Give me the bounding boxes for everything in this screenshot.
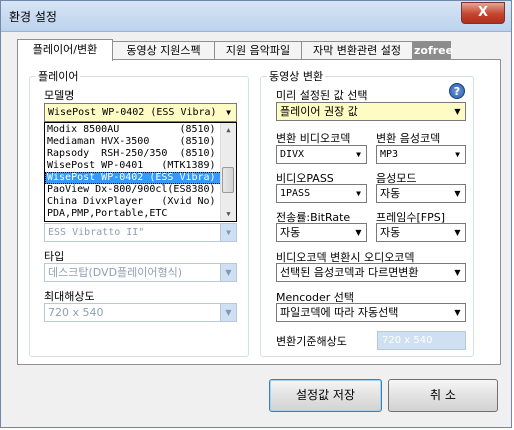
tab-zofree[interactable]: zofree [413,41,453,59]
chip-value: ESS Vibratto II" [48,227,145,238]
chip-combo: ESS Vibratto II" ▼ [44,223,237,242]
audio-on-convert-combo[interactable]: 선택된 음성코덱과 다르면변환 ▼ [276,263,466,282]
video-pass-combo[interactable]: 1PASS ▼ [276,184,367,203]
chevron-down-icon[interactable]: ▼ [450,185,465,202]
model-label: 모델명 [44,89,75,102]
max-resolution-value: 720 x 540 [48,306,104,319]
type-value: 데스크탑(DVD플레이어형식) [48,266,183,279]
mencoder-combo[interactable]: 파일코덱에 따라 자동선택 ▼ [276,303,466,322]
list-item[interactable]: Mediaman HVX-3500 (8510) [45,136,222,148]
chevron-down-icon[interactable]: ▼ [450,103,465,120]
fps-combo[interactable]: 자동 ▼ [376,223,466,242]
scroll-down-icon[interactable]: ▼ [221,207,236,221]
list-item[interactable]: PDA,PMP,Portable,ETC [45,208,222,220]
chevron-down-icon: ▼ [220,224,236,241]
player-group-legend: 플레이어 [38,70,79,83]
close-button[interactable]: X [461,2,505,24]
audio-codec-label: 변환 음성코덱 [376,132,441,145]
preset-value: 플레이어 권장 값 [280,105,358,118]
tab-subtitle-settings[interactable]: 자막 변환관련 설정 [301,41,413,59]
video-codec-combo[interactable]: DIVX ▼ [276,145,367,164]
bitrate-combo[interactable]: 자동 ▼ [276,223,367,242]
tab-video-spec[interactable]: 동영상 지원스펙 [112,41,215,59]
chevron-down-icon[interactable]: ▼ [351,185,366,202]
base-resolution-field: 720 x 540 [377,331,466,350]
cancel-button[interactable]: 취 소 [388,379,498,412]
audio-codec-combo[interactable]: MP3 ▼ [376,145,466,164]
chevron-down-icon[interactable]: ▼ [450,146,465,163]
title-bar: 환경 설정 X [1,1,511,32]
type-combo: 데스크탑(DVD플레이어형식) ▼ [44,263,237,282]
audio-mode-value: 자동 [380,187,401,200]
mencoder-value: 파일코덱에 따라 자동선택 [280,306,399,319]
chevron-down-icon[interactable]: ▼ [450,224,465,241]
max-resolution-label: 최대해상도 [44,290,95,303]
list-item[interactable]: China DivxPlayer (Xvid No) [45,196,222,208]
scroll-up-icon[interactable]: ▲ [221,123,236,137]
bitrate-value: 자동 [280,226,301,239]
audio-codec-value: MP3 [380,149,399,160]
type-label: 타입 [44,250,65,263]
model-combo[interactable]: WisePost WP-0402 (ESS Vibra) ▼ [44,103,237,122]
video-pass-value: 1PASS [280,188,311,199]
base-resolution-label: 변환기준해상도 [276,335,347,348]
max-resolution-combo: 720 x 540 ▼ [44,303,237,322]
scrollbar-thumb[interactable] [222,167,234,193]
list-item[interactable]: WisePost WP-0401 (MTK1389) [45,160,222,172]
chevron-down-icon[interactable]: ▼ [221,104,236,121]
chevron-down-icon[interactable]: ▼ [351,224,366,241]
list-item[interactable]: Modix 8500AU (8510) [45,124,222,136]
save-settings-button[interactable]: 설정값 저장 [269,379,382,412]
audio-mode-combo[interactable]: 자동 ▼ [376,184,466,203]
list-item[interactable]: PaoView Dx-800/900cl(ES8380) [45,184,222,196]
preset-combo[interactable]: 플레이어 권장 값 ▼ [276,102,466,121]
dropdown-scrollbar[interactable]: ▲ ▼ [220,123,236,221]
model-dropdown-list[interactable]: Modix 8500AU (8510) Mediaman HVX-3500 (8… [44,122,237,222]
video-group-legend: 동영상 변환 [269,70,324,83]
list-item[interactable]: Rapsody RSH-250/350 (8510) [45,148,222,160]
chevron-down-icon: ▼ [220,304,236,321]
preset-label: 미리 설정된 값 선택 [276,89,368,102]
window-title: 환경 설정 [9,10,57,24]
chevron-down-icon[interactable]: ▼ [450,304,465,321]
chevron-down-icon[interactable]: ▼ [450,264,465,281]
settings-window: 환경 설정 X 플레이어/변환 동영상 지원스펙 지원 음악파일 자막 변환관련… [0,0,512,428]
fps-value: 자동 [380,226,401,239]
model-value: WisePost WP-0402 (ESS Vibra) [48,107,217,118]
audio-on-convert-value: 선택된 음성코덱과 다르면변환 [280,266,419,279]
list-item-selected[interactable]: WisePost WP-0402 (ESS Vibra) [45,172,222,184]
chevron-down-icon[interactable]: ▼ [351,146,366,163]
chevron-down-icon: ▼ [220,264,236,281]
tab-player-convert[interactable]: 플레이어/변환 [17,39,113,61]
help-icon[interactable]: ? [449,83,465,99]
tab-music-files[interactable]: 지원 음악파일 [214,41,302,59]
video-codec-label: 변환 비디오코덱 [276,132,351,145]
video-codec-value: DIVX [280,149,305,160]
